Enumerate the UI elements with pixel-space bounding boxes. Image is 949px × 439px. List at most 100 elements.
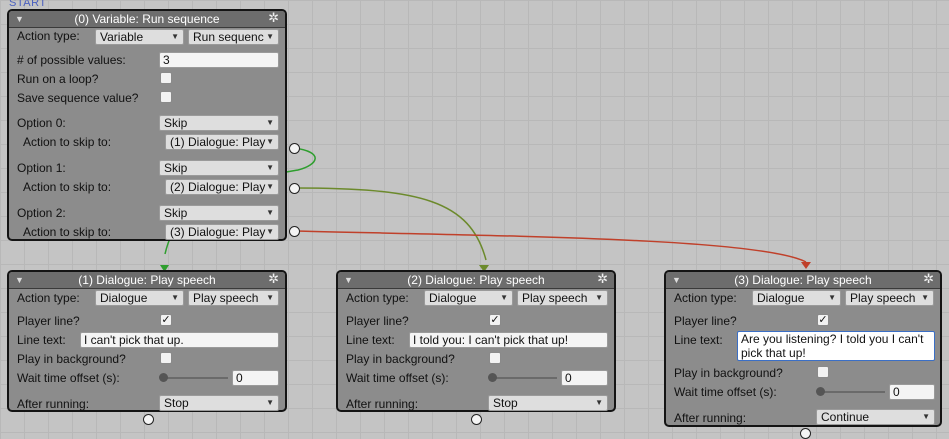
action-type-label: Action type: — [346, 291, 409, 305]
action-type-label: Action type: — [17, 29, 80, 43]
skip-to-label: Action to skip to: — [23, 135, 112, 149]
wait-time-label: Wait time offset (s): — [674, 385, 777, 399]
line-text-input[interactable]: Are you listening? I told you I can't pi… — [737, 331, 935, 361]
action-subtype-dropdown[interactable]: Play speech ▼ — [188, 290, 279, 306]
wait-time-label: Wait time offset (s): — [17, 371, 120, 385]
chevron-down-icon: ▼ — [266, 208, 274, 217]
after-running-dropdown[interactable]: Stop ▼ — [159, 395, 279, 411]
node-dialogue-1[interactable]: ▼ (1) Dialogue: Play speech ✲ Action typ… — [7, 270, 287, 412]
wait-time-input[interactable]: 0 — [889, 384, 935, 400]
chevron-down-icon: ▼ — [500, 293, 508, 302]
node-variable-run-sequence[interactable]: ▼ (0) Variable: Run sequence ✲ Action ty… — [7, 9, 287, 241]
option-label: Option 2: — [17, 206, 66, 220]
option-0-dropdown[interactable]: Skip ▼ — [159, 115, 279, 131]
option-0-output-socket[interactable] — [289, 143, 300, 154]
action-type-dropdown[interactable]: Dialogue ▼ — [95, 290, 184, 306]
option-1-output-socket[interactable] — [289, 183, 300, 194]
wait-time-slider-track[interactable] — [163, 377, 228, 379]
run-loop-checkbox[interactable] — [160, 72, 172, 84]
background-checkbox[interactable] — [817, 366, 829, 378]
after-running-label: After running: — [17, 397, 90, 411]
line-text-label: Line text: — [674, 333, 723, 347]
chevron-down-icon: ▼ — [171, 293, 179, 302]
option-2-output-socket[interactable] — [289, 226, 300, 237]
option-2-dropdown[interactable]: Skip ▼ — [159, 205, 279, 221]
collapse-triangle-icon[interactable]: ▼ — [344, 272, 353, 288]
option-0-skip-dropdown[interactable]: (1) Dialogue: Play ▼ — [165, 134, 279, 150]
chevron-down-icon: ▼ — [595, 293, 603, 302]
wait-time-slider-handle[interactable] — [816, 387, 825, 396]
node-1-output-socket[interactable] — [143, 414, 154, 425]
wire-option1 — [293, 187, 487, 261]
background-label: Play in background? — [674, 366, 783, 380]
node-title: (1) Dialogue: Play speech — [78, 273, 216, 287]
chevron-down-icon: ▼ — [171, 32, 179, 41]
node-title: (3) Dialogue: Play speech — [734, 273, 872, 287]
line-text-label: Line text: — [346, 333, 395, 347]
option-2-skip-dropdown[interactable]: (3) Dialogue: Play ▼ — [165, 224, 279, 240]
save-sequence-checkbox[interactable] — [160, 91, 172, 103]
background-label: Play in background? — [17, 352, 126, 366]
node-header[interactable]: ▼ (2) Dialogue: Play speech ✲ — [338, 271, 614, 289]
wait-time-slider-handle[interactable] — [159, 373, 168, 382]
wire-arrow-3 — [801, 262, 811, 269]
chevron-down-icon: ▼ — [266, 32, 274, 41]
player-line-checkbox[interactable]: ✓ — [817, 314, 829, 326]
wait-time-slider-handle[interactable] — [488, 373, 497, 382]
chevron-down-icon: ▼ — [266, 293, 274, 302]
chevron-down-icon: ▼ — [922, 412, 930, 421]
wait-time-slider-track[interactable] — [820, 391, 885, 393]
save-sequence-label: Save sequence value? — [17, 91, 139, 105]
after-running-dropdown[interactable]: Continue ▼ — [816, 409, 935, 425]
option-1-dropdown[interactable]: Skip ▼ — [159, 160, 279, 176]
node-2-output-socket[interactable] — [471, 414, 482, 425]
possible-values-input[interactable]: 3 — [159, 52, 279, 68]
action-type-dropdown[interactable]: Variable ▼ — [95, 29, 184, 45]
after-running-dropdown[interactable]: Stop ▼ — [488, 395, 608, 411]
action-type-label: Action type: — [674, 291, 737, 305]
action-type-dropdown[interactable]: Dialogue ▼ — [752, 290, 841, 306]
line-text-label: Line text: — [17, 333, 66, 347]
action-type-label: Action type: — [17, 291, 80, 305]
gear-icon[interactable]: ✲ — [597, 271, 608, 287]
skip-to-label: Action to skip to: — [23, 180, 112, 194]
background-label: Play in background? — [346, 352, 455, 366]
option-label: Option 0: — [17, 116, 66, 130]
gear-icon[interactable]: ✲ — [268, 271, 279, 287]
wait-time-input[interactable]: 0 — [232, 370, 279, 386]
wait-time-slider-track[interactable] — [492, 377, 557, 379]
line-text-input[interactable]: I told you: I can't pick that up! — [409, 332, 608, 348]
action-subtype-dropdown[interactable]: Run sequenc ▼ — [188, 29, 279, 45]
node-title: (2) Dialogue: Play speech — [407, 273, 545, 287]
chevron-down-icon: ▼ — [266, 227, 274, 236]
option-label: Option 1: — [17, 161, 66, 175]
gear-icon[interactable]: ✲ — [923, 271, 934, 287]
player-line-label: Player line? — [17, 314, 80, 328]
background-checkbox[interactable] — [489, 352, 501, 364]
node-dialogue-3[interactable]: ▼ (3) Dialogue: Play speech ✲ Action typ… — [664, 270, 942, 427]
collapse-triangle-icon[interactable]: ▼ — [15, 272, 24, 288]
node-header[interactable]: ▼ (1) Dialogue: Play speech ✲ — [9, 271, 285, 289]
node-title: (0) Variable: Run sequence — [74, 12, 220, 26]
node-header[interactable]: ▼ (0) Variable: Run sequence ✲ — [9, 10, 285, 28]
player-line-checkbox[interactable]: ✓ — [489, 314, 501, 326]
background-checkbox[interactable] — [160, 352, 172, 364]
line-text-input[interactable]: I can't pick that up. — [80, 332, 279, 348]
chevron-down-icon: ▼ — [266, 118, 274, 127]
action-subtype-dropdown[interactable]: Play speech ▼ — [845, 290, 934, 306]
possible-values-label: # of possible values: — [17, 53, 126, 67]
collapse-triangle-icon[interactable]: ▼ — [15, 11, 24, 27]
node-dialogue-2[interactable]: ▼ (2) Dialogue: Play speech ✲ Action typ… — [336, 270, 616, 412]
node-header[interactable]: ▼ (3) Dialogue: Play speech ✲ — [666, 271, 940, 289]
player-line-label: Player line? — [346, 314, 409, 328]
action-subtype-dropdown[interactable]: Play speech ▼ — [517, 290, 608, 306]
collapse-triangle-icon[interactable]: ▼ — [672, 272, 681, 288]
wait-time-input[interactable]: 0 — [561, 370, 608, 386]
after-running-label: After running: — [346, 397, 419, 411]
player-line-checkbox[interactable]: ✓ — [160, 314, 172, 326]
action-type-dropdown[interactable]: Dialogue ▼ — [424, 290, 513, 306]
chevron-down-icon: ▼ — [595, 398, 603, 407]
gear-icon[interactable]: ✲ — [268, 10, 279, 26]
option-1-skip-dropdown[interactable]: (2) Dialogue: Play ▼ — [165, 179, 279, 195]
chevron-down-icon: ▼ — [921, 293, 929, 302]
